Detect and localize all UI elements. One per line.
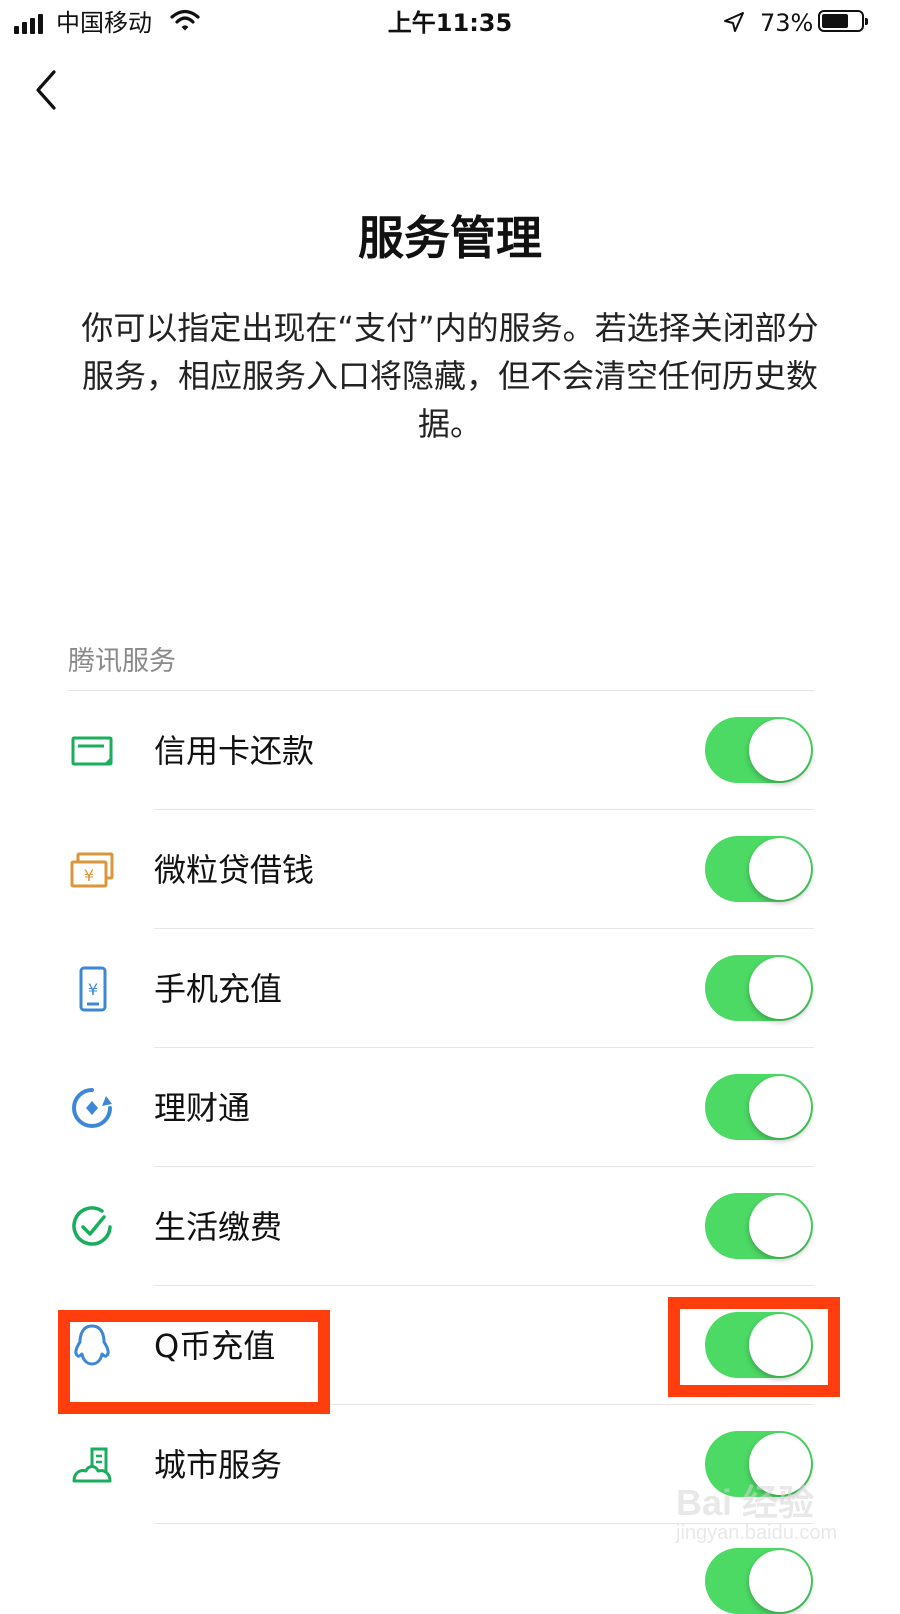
mobile-topup-toggle[interactable]: [705, 955, 813, 1021]
service-label: 理财通: [154, 1089, 251, 1127]
service-label: 生活缴费: [154, 1208, 283, 1246]
credit-card-icon: [71, 736, 113, 766]
utilities-toggle[interactable]: [705, 1193, 813, 1259]
status-bar: 中国移动 上午11:35 73%: [0, 0, 900, 46]
watermark-brand: Bai 经验: [676, 1482, 815, 1523]
svg-text:¥: ¥: [84, 866, 94, 885]
service-row-credit-card: 信用卡还款: [0, 691, 900, 810]
battery-icon: [818, 10, 868, 32]
yuan-notes-icon: ¥: [70, 852, 114, 888]
section-label: 腾讯服务: [68, 646, 176, 677]
service-label: 信用卡还款: [154, 732, 315, 770]
city-icon: [72, 1447, 112, 1483]
page-title: 服务管理: [358, 211, 542, 265]
service-label: 微粒贷借钱: [154, 851, 315, 889]
service-row-utilities: 生活缴费: [0, 1167, 900, 1286]
svg-text:¥: ¥: [88, 980, 98, 999]
battery-percent: 73%: [760, 9, 814, 37]
service-row-mobile-topup: ¥ 手机充值: [0, 929, 900, 1048]
service-row-licaitong: 理财通: [0, 1048, 900, 1167]
check-circle-icon: [72, 1206, 112, 1246]
qcoin-toggle[interactable]: [705, 1312, 813, 1378]
service-list: 信用卡还款 ¥ 微粒贷借钱 ¥ 手机充值 理财通 生活缴费 Q币充值 城市服务: [0, 691, 900, 1614]
watermark-url: jingyan.baidu.com: [676, 1522, 838, 1544]
page-description: 你可以指定出现在“支付”内的服务。若选择关闭部分服务，相应服务入口将隐藏，但不会…: [81, 309, 819, 443]
licaitong-toggle[interactable]: [705, 1074, 813, 1140]
service-label: Q币充值: [154, 1327, 276, 1365]
weilidai-toggle[interactable]: [705, 836, 813, 902]
service-row-weilidai: ¥ 微粒贷借钱: [0, 810, 900, 929]
location-arrow-icon: [724, 12, 744, 32]
qq-penguin-icon: [74, 1324, 110, 1366]
next-toggle[interactable]: [705, 1548, 813, 1614]
back-button[interactable]: [28, 66, 68, 114]
service-label: 城市服务: [154, 1446, 283, 1484]
service-row-qcoin: Q币充值: [0, 1286, 900, 1405]
service-label: 手机充值: [154, 970, 283, 1008]
baidu-watermark-logo: Bai 经验 jingyan.baidu.com: [676, 1466, 876, 1556]
licaitong-icon: [72, 1088, 112, 1128]
phone-yuan-icon: ¥: [79, 966, 107, 1012]
chevron-left-icon: [36, 70, 56, 110]
credit-card-toggle[interactable]: [705, 717, 813, 783]
